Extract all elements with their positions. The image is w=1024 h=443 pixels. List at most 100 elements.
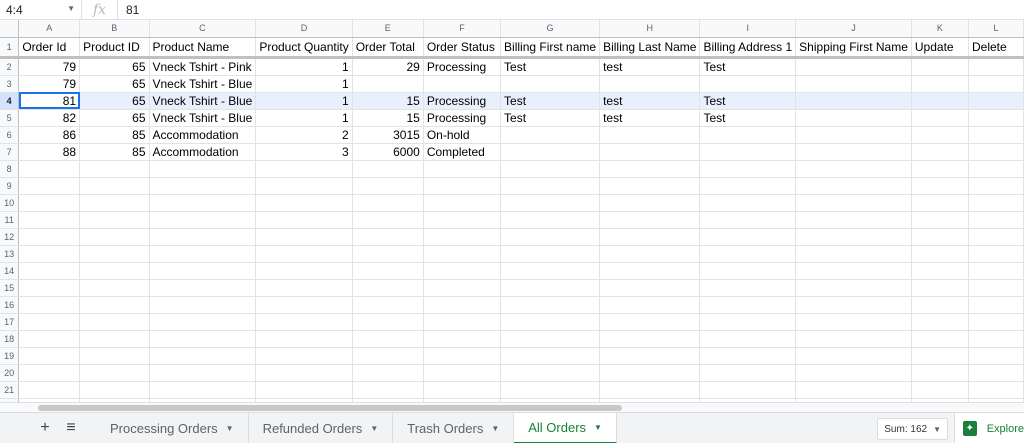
cell[interactable] [911,126,969,144]
cell[interactable]: Test [500,57,601,76]
cell[interactable] [599,381,701,399]
cell[interactable] [352,364,424,382]
cell[interactable] [352,177,424,195]
sheet-tab[interactable]: Processing Orders ▼ [96,412,249,443]
cell[interactable] [255,177,353,195]
cell[interactable]: Billing Address 1 [699,37,797,59]
cell[interactable]: Test [500,109,601,127]
cell[interactable] [255,347,353,365]
row-header[interactable]: 15 [0,279,20,297]
column-header-e[interactable]: E [352,20,424,38]
sum-indicator[interactable]: Sum: 162 ▼ [877,418,948,440]
cell[interactable] [968,92,1024,110]
cell[interactable] [423,160,502,178]
column-header-a[interactable]: A [18,20,81,38]
cell[interactable] [149,330,257,348]
chevron-down-icon[interactable]: ▼ [226,424,234,433]
cell[interactable]: Processing [423,109,502,127]
cell[interactable]: Billing First name [500,37,601,59]
cell[interactable] [18,194,81,212]
cell[interactable] [500,381,601,399]
chevron-down-icon[interactable]: ▼ [594,423,602,432]
row-header[interactable]: 17 [0,313,20,331]
cell[interactable] [699,313,797,331]
cell[interactable] [911,109,969,127]
cell[interactable] [599,228,701,246]
cell[interactable] [423,194,502,212]
row-header[interactable]: 21 [0,381,20,399]
cell[interactable] [699,381,797,399]
cell[interactable] [968,347,1024,365]
column-header-b[interactable]: B [79,20,150,38]
row-header[interactable]: 2 [0,57,20,76]
chevron-down-icon[interactable]: ▼ [67,4,75,13]
cell[interactable] [18,262,81,280]
row-header[interactable]: 3 [0,75,20,93]
cell[interactable] [79,330,150,348]
cell[interactable] [911,92,969,110]
row-header[interactable]: 4 [0,92,20,110]
cell[interactable] [795,330,912,348]
cell[interactable] [149,177,257,195]
cell[interactable]: test [599,57,701,76]
cell[interactable]: Order Total [352,37,424,59]
column-header-i[interactable]: I [699,20,797,38]
cell[interactable] [795,245,912,263]
row-header[interactable]: 18 [0,330,20,348]
cell[interactable] [79,211,150,229]
cell[interactable] [79,160,150,178]
cell[interactable] [352,211,424,229]
cell[interactable]: Vneck Tshirt - Pink [149,57,257,76]
cell[interactable]: Product Name [149,37,257,59]
cell[interactable] [968,228,1024,246]
cell[interactable] [599,364,701,382]
cell[interactable] [149,228,257,246]
cell[interactable] [911,347,969,365]
column-header-l[interactable]: L [968,20,1024,38]
cell[interactable] [423,381,502,399]
cell[interactable]: Order Status [423,37,502,59]
cell[interactable] [500,245,601,263]
cell[interactable] [795,364,912,382]
cell[interactable]: 65 [79,92,150,110]
cell[interactable] [149,245,257,263]
cell[interactable]: 65 [79,57,150,76]
cell[interactable] [18,160,81,178]
cell[interactable] [968,262,1024,280]
cell[interactable] [968,75,1024,93]
scrollbar-thumb[interactable] [38,405,622,411]
formula-input[interactable]: 81 [118,3,139,17]
cell[interactable] [255,211,353,229]
cell[interactable] [500,279,601,297]
cell[interactable] [79,313,150,331]
cell[interactable] [18,330,81,348]
cell[interactable] [795,347,912,365]
cell[interactable] [352,160,424,178]
cell[interactable] [149,347,257,365]
cell[interactable]: Product Quantity [255,37,353,59]
cell[interactable] [911,381,969,399]
row-header[interactable]: 14 [0,262,20,280]
cell[interactable] [79,381,150,399]
cell[interactable] [500,194,601,212]
cell[interactable]: 85 [79,143,150,161]
cell[interactable] [699,177,797,195]
select-all-corner[interactable] [0,20,20,38]
cell[interactable] [699,347,797,365]
cell[interactable] [423,330,502,348]
cell[interactable] [795,279,912,297]
cell[interactable]: test [599,109,701,127]
chevron-down-icon[interactable]: ▼ [370,424,378,433]
cell[interactable]: Update [911,37,969,59]
cell[interactable] [795,262,912,280]
cell[interactable]: Test [699,57,797,76]
cell[interactable] [911,143,969,161]
cell[interactable]: 79 [18,75,81,93]
cell[interactable] [795,381,912,399]
cell[interactable]: On-hold [423,126,502,144]
column-header-c[interactable]: C [149,20,257,38]
cell[interactable] [500,160,601,178]
cell[interactable] [255,364,353,382]
cell[interactable] [18,381,81,399]
cell[interactable]: 3 [255,143,353,161]
